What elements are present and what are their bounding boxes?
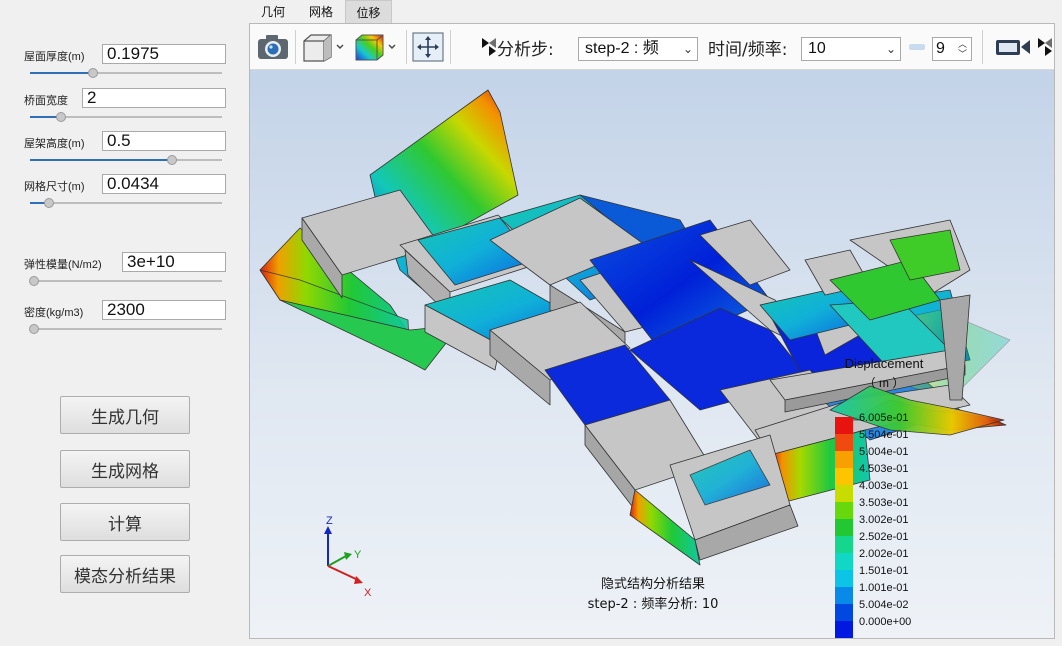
legend-swatch bbox=[835, 587, 853, 604]
legend-label: 0.000e+00 bbox=[859, 616, 911, 628]
legend-swatch bbox=[835, 434, 853, 451]
result-viewer[interactable]: 分析步: step-2 : 频 ⌄ 时间/频率: 10 ⌄ 9 ︿ ﹀ Z Y … bbox=[249, 23, 1055, 639]
slider-handle[interactable] bbox=[167, 155, 178, 165]
legend-swatch bbox=[835, 417, 853, 434]
param-label: 网格尺寸(m) bbox=[24, 181, 85, 193]
param-label: 屋面厚度(m) bbox=[24, 51, 85, 63]
param-label: 密度(kg/m3) bbox=[24, 307, 84, 319]
axis-y-label: Y bbox=[354, 549, 362, 561]
camera-icon[interactable] bbox=[256, 32, 290, 62]
chevron-down-icon: ⌄ bbox=[885, 42, 896, 56]
legend-label: 1.001e-01 bbox=[859, 582, 909, 594]
elastic-modulus-slider[interactable] bbox=[28, 276, 222, 286]
axis-triad: Z Y X bbox=[324, 515, 372, 599]
video-camera-icon[interactable] bbox=[994, 32, 1032, 62]
mode-slider-icon[interactable] bbox=[909, 32, 925, 62]
slider-handle[interactable] bbox=[44, 198, 55, 208]
legend-label: 2.502e-01 bbox=[859, 531, 909, 543]
legend-label: 4.503e-01 bbox=[859, 463, 909, 475]
analysis-step-icon bbox=[482, 32, 496, 62]
axis-x-label: X bbox=[364, 587, 372, 599]
legend-label: 3.503e-01 bbox=[859, 497, 909, 509]
displacement-plot: Z Y X 隐式结构分析结果 step-2 : 频率分析: 10 Displac… bbox=[259, 89, 1011, 638]
legend-swatch bbox=[835, 536, 853, 553]
elastic-modulus-input[interactable] bbox=[122, 252, 226, 272]
param-density: 密度(kg/m3) bbox=[24, 300, 226, 334]
legend-swatch bbox=[835, 468, 853, 485]
legend-swatch bbox=[835, 604, 853, 621]
caption-subtitle: step-2 : 频率分析: 10 bbox=[588, 596, 719, 612]
modal-results-button[interactable]: 模态分析结果 bbox=[60, 555, 190, 593]
fit-view-icon[interactable] bbox=[412, 32, 444, 62]
compute-button[interactable]: 计算 bbox=[60, 503, 190, 541]
legend-swatch bbox=[835, 621, 853, 638]
legend-label: 5.504e-01 bbox=[859, 429, 909, 441]
viewer-toolbar: 分析步: step-2 : 频 ⌄ 时间/频率: 10 ⌄ 9 ︿ ﹀ bbox=[250, 24, 1054, 70]
deformed-structure bbox=[259, 89, 1011, 566]
slider-handle[interactable] bbox=[28, 324, 39, 334]
caption-title: 隐式结构分析结果 bbox=[601, 577, 705, 592]
legend-swatch bbox=[835, 553, 853, 570]
param-label: 弹性模量(N/m2) bbox=[24, 259, 102, 271]
app-window: 屋面厚度(m) 桥面宽度 屋架高度(m) 网格尺寸(m) 弹性模量(N/m2) … bbox=[0, 0, 1062, 646]
legend-label: 1.501e-01 bbox=[859, 565, 909, 577]
param-roof-thickness: 屋面厚度(m) bbox=[24, 44, 226, 78]
density-slider[interactable] bbox=[28, 324, 222, 334]
legend-label: 5.004e-01 bbox=[859, 446, 909, 458]
param-mesh-size: 网格尺寸(m) bbox=[24, 174, 226, 208]
analysis-step-value: step-2 : 频 bbox=[585, 40, 659, 57]
analysis-step-label: 分析步: bbox=[497, 39, 554, 60]
legend-unit: （ m ） bbox=[864, 376, 905, 390]
legend-label: 6.005e-01 bbox=[859, 412, 909, 424]
legend-swatch bbox=[835, 502, 853, 519]
truss-height-input[interactable] bbox=[102, 131, 226, 151]
generate-mesh-button[interactable]: 生成网格 bbox=[60, 450, 190, 488]
legend-swatch bbox=[835, 570, 853, 587]
slider-handle[interactable] bbox=[55, 112, 66, 122]
mesh-size-slider[interactable] bbox=[30, 198, 222, 208]
time-frequency-select[interactable]: 10 ⌄ bbox=[801, 37, 901, 61]
deck-width-input[interactable] bbox=[82, 88, 226, 108]
slider-handle[interactable] bbox=[88, 68, 99, 78]
view-cube-icon[interactable] bbox=[301, 32, 347, 62]
spin-arrows-icon[interactable]: ︿ ﹀ bbox=[958, 39, 967, 59]
mode-spinbox[interactable]: 9 ︿ ﹀ bbox=[932, 37, 972, 61]
3d-viewport[interactable]: Z Y X 隐式结构分析结果 step-2 : 频率分析: 10 Displac… bbox=[250, 70, 1054, 638]
legend-label: 3.002e-01 bbox=[859, 514, 909, 526]
param-deck-width: 桥面宽度 bbox=[24, 88, 226, 122]
slider-handle[interactable] bbox=[28, 276, 39, 286]
tab-displacement[interactable]: 位移 bbox=[345, 0, 392, 23]
time-frequency-label: 时间/频率: bbox=[708, 39, 788, 60]
mesh-size-input[interactable] bbox=[102, 174, 226, 194]
legend-title: Displacement bbox=[845, 356, 924, 371]
generate-geometry-button[interactable]: 生成几何 bbox=[60, 396, 190, 434]
legend-label: 5.004e-02 bbox=[859, 599, 909, 611]
chevron-down-icon bbox=[336, 44, 344, 49]
analysis-step-select[interactable]: step-2 : 频 ⌄ bbox=[578, 37, 698, 61]
param-elastic-modulus: 弹性模量(N/m2) bbox=[24, 252, 226, 286]
chevron-down-icon: ⌄ bbox=[682, 42, 693, 56]
legend-swatch bbox=[835, 519, 853, 536]
legend-swatch bbox=[835, 485, 853, 502]
roof-thickness-slider[interactable] bbox=[30, 68, 222, 78]
param-label: 屋架高度(m) bbox=[24, 138, 85, 150]
param-label: 桥面宽度 bbox=[24, 95, 68, 107]
time-frequency-value: 10 bbox=[808, 40, 826, 57]
legend-label: 4.003e-01 bbox=[859, 480, 909, 492]
param-truss-height: 屋架高度(m) bbox=[24, 131, 226, 165]
truss-height-slider[interactable] bbox=[30, 155, 222, 165]
mode-spin-value: 9 bbox=[936, 40, 945, 57]
axis-z-label: Z bbox=[326, 515, 333, 527]
deck-width-slider[interactable] bbox=[30, 112, 222, 122]
legend-label: 2.002e-01 bbox=[859, 548, 909, 560]
more-icon[interactable] bbox=[1038, 32, 1052, 62]
roof-thickness-input[interactable] bbox=[102, 44, 226, 64]
color-map-icon[interactable] bbox=[353, 32, 399, 62]
legend-swatch bbox=[835, 451, 853, 468]
tab-mesh[interactable]: 网格 bbox=[298, 0, 344, 23]
density-input[interactable] bbox=[102, 300, 226, 320]
tab-geometry[interactable]: 几何 bbox=[250, 0, 296, 23]
